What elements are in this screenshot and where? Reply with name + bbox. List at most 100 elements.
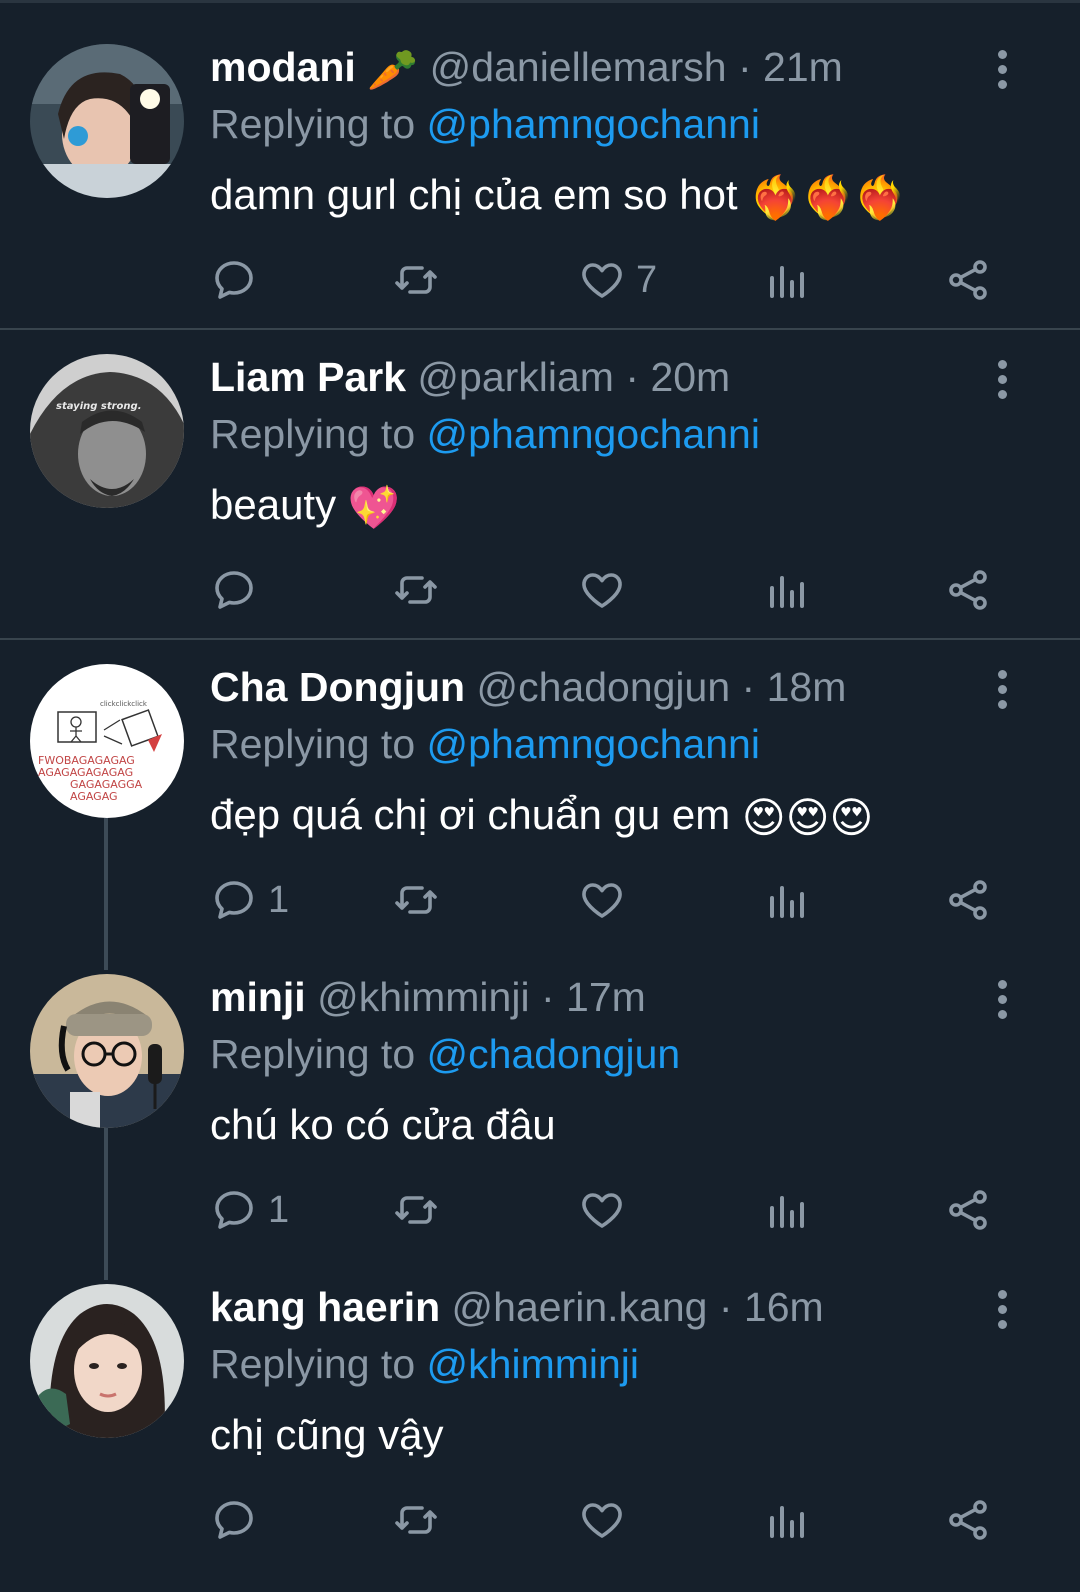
heart-on-fire-emoji: ❤️‍🔥❤️‍🔥❤️‍🔥 bbox=[749, 173, 907, 221]
timestamp[interactable]: 21m bbox=[763, 44, 843, 90]
like-button[interactable]: 7 bbox=[578, 250, 657, 310]
timestamp[interactable]: 17m bbox=[566, 974, 646, 1020]
analytics-icon bbox=[770, 1196, 804, 1228]
retweet-icon bbox=[395, 886, 437, 914]
share-button[interactable] bbox=[944, 560, 992, 620]
timestamp[interactable]: 20m bbox=[650, 354, 730, 400]
separator-dot: · bbox=[625, 354, 640, 400]
retweet-icon bbox=[395, 266, 437, 294]
share-button[interactable] bbox=[944, 1490, 992, 1550]
tweet[interactable]: clickclickclick FWOBAGAGAGAG AGAGAGAGAGA… bbox=[0, 620, 1080, 930]
reply-icon bbox=[215, 1191, 253, 1229]
reply-icon bbox=[215, 571, 253, 609]
tweet-text: damn gurl chị của em so hot ❤️‍🔥❤️‍🔥❤️‍🔥 bbox=[210, 165, 906, 225]
retweet-button[interactable] bbox=[392, 250, 450, 310]
replying-to: Replying to @khimminji bbox=[210, 1337, 639, 1391]
more-options-icon[interactable] bbox=[990, 360, 1014, 400]
retweet-icon bbox=[395, 576, 437, 604]
mention-link[interactable]: @chadongjun bbox=[427, 1031, 681, 1077]
tweet-text: chị cũng vậy bbox=[210, 1405, 443, 1465]
analytics-button[interactable] bbox=[762, 1490, 810, 1550]
heart-icon bbox=[582, 263, 622, 298]
like-button[interactable] bbox=[578, 560, 636, 620]
share-button[interactable] bbox=[944, 250, 992, 310]
tweet-header: minji @khimminji · 17m bbox=[210, 972, 990, 1022]
avatar-doodle-text: clickclickclick bbox=[100, 700, 148, 708]
analytics-button[interactable] bbox=[762, 1180, 810, 1240]
like-button[interactable] bbox=[578, 870, 636, 930]
replying-to: Replying to @chadongjun bbox=[210, 1027, 680, 1081]
more-options-icon[interactable] bbox=[990, 670, 1014, 710]
action-bar bbox=[0, 560, 1080, 620]
display-name[interactable]: Liam Park bbox=[210, 354, 406, 400]
heart-icon bbox=[582, 573, 622, 608]
replying-to: Replying to @phamngochanni bbox=[210, 407, 760, 461]
avatar-doodle-text: AGAGAG bbox=[70, 790, 118, 803]
avatar[interactable] bbox=[30, 974, 184, 1128]
share-button[interactable] bbox=[944, 870, 992, 930]
reply-count: 1 bbox=[268, 878, 290, 921]
share-button[interactable] bbox=[944, 1180, 992, 1240]
reply-button[interactable] bbox=[210, 560, 268, 620]
user-handle[interactable]: @haerin.kang bbox=[452, 1284, 708, 1330]
tweet-text-content: chú ko có cửa đâu bbox=[210, 1101, 556, 1148]
avatar[interactable] bbox=[30, 1284, 184, 1438]
analytics-icon bbox=[770, 886, 804, 918]
mention-link[interactable]: @phamngochanni bbox=[427, 721, 760, 767]
mention-link[interactable]: @khimminji bbox=[427, 1341, 639, 1387]
replying-to-label: Replying to bbox=[210, 1341, 416, 1387]
avatar[interactable] bbox=[30, 44, 184, 198]
sparkling-heart-emoji: 💖 bbox=[347, 483, 401, 531]
user-handle[interactable]: @daniellemarsh bbox=[430, 44, 727, 90]
more-options-icon[interactable] bbox=[990, 980, 1014, 1020]
analytics-icon bbox=[770, 266, 804, 298]
retweet-button[interactable] bbox=[392, 1490, 450, 1550]
tweet[interactable]: staying strong. Liam Park @parkliam · 20… bbox=[0, 310, 1080, 638]
display-name[interactable]: modani bbox=[210, 44, 356, 90]
tweet-text-content: chị cũng vậy bbox=[210, 1411, 444, 1458]
tweet[interactable]: kang haerin @haerin.kang · 16m Replying … bbox=[0, 1240, 1080, 1592]
more-options-icon[interactable] bbox=[990, 50, 1014, 90]
reply-button[interactable] bbox=[210, 1490, 268, 1550]
user-handle[interactable]: @khimminji bbox=[317, 974, 529, 1020]
tweet-text: chú ko có cửa đâu bbox=[210, 1095, 556, 1155]
like-button[interactable] bbox=[578, 1180, 636, 1240]
tweet[interactable]: minji @khimminji · 17m Replying to @chad… bbox=[0, 930, 1080, 1240]
reply-button[interactable]: 1 bbox=[210, 870, 289, 930]
reply-count: 1 bbox=[268, 1188, 290, 1231]
heart-icon bbox=[582, 883, 622, 918]
analytics-button[interactable] bbox=[762, 250, 810, 310]
avatar[interactable]: staying strong. bbox=[30, 354, 184, 508]
reply-button[interactable]: 1 bbox=[210, 1180, 289, 1240]
separator-dot: · bbox=[737, 44, 752, 90]
replying-to: Replying to @phamngochanni bbox=[210, 717, 760, 771]
mention-link[interactable]: @phamngochanni bbox=[427, 101, 760, 147]
tweet-header: Cha Dongjun @chadongjun · 18m bbox=[210, 662, 990, 712]
avatar[interactable]: clickclickclick FWOBAGAGAGAG AGAGAGAGAGA… bbox=[30, 664, 184, 818]
separator-dot: · bbox=[741, 664, 756, 710]
action-bar: 1 bbox=[0, 1180, 1080, 1240]
more-options-icon[interactable] bbox=[990, 1290, 1014, 1330]
retweet-button[interactable] bbox=[392, 560, 450, 620]
tweet[interactable]: modani 🥕 @daniellemarsh · 21m Replying t… bbox=[0, 0, 1080, 328]
display-name[interactable]: minji bbox=[210, 974, 306, 1020]
timestamp[interactable]: 18m bbox=[767, 664, 847, 710]
retweet-button[interactable] bbox=[392, 1180, 450, 1240]
user-handle[interactable]: @chadongjun bbox=[476, 664, 730, 710]
display-name[interactable]: Cha Dongjun bbox=[210, 664, 465, 710]
timestamp[interactable]: 16m bbox=[744, 1284, 824, 1330]
like-button[interactable] bbox=[578, 1490, 636, 1550]
tweet-text: beauty 💖 bbox=[210, 475, 400, 535]
analytics-button[interactable] bbox=[762, 560, 810, 620]
user-handle[interactable]: @parkliam bbox=[417, 354, 614, 400]
reply-icon bbox=[215, 881, 253, 919]
share-icon bbox=[949, 1190, 987, 1230]
mention-link[interactable]: @phamngochanni bbox=[427, 411, 760, 457]
display-name[interactable]: kang haerin bbox=[210, 1284, 440, 1330]
reply-button[interactable] bbox=[210, 250, 268, 310]
retweet-button[interactable] bbox=[392, 870, 450, 930]
tweet-text-content: damn gurl chị của em so hot bbox=[210, 171, 738, 218]
action-bar bbox=[0, 1490, 1080, 1550]
separator-dot: · bbox=[718, 1284, 733, 1330]
analytics-button[interactable] bbox=[762, 870, 810, 930]
